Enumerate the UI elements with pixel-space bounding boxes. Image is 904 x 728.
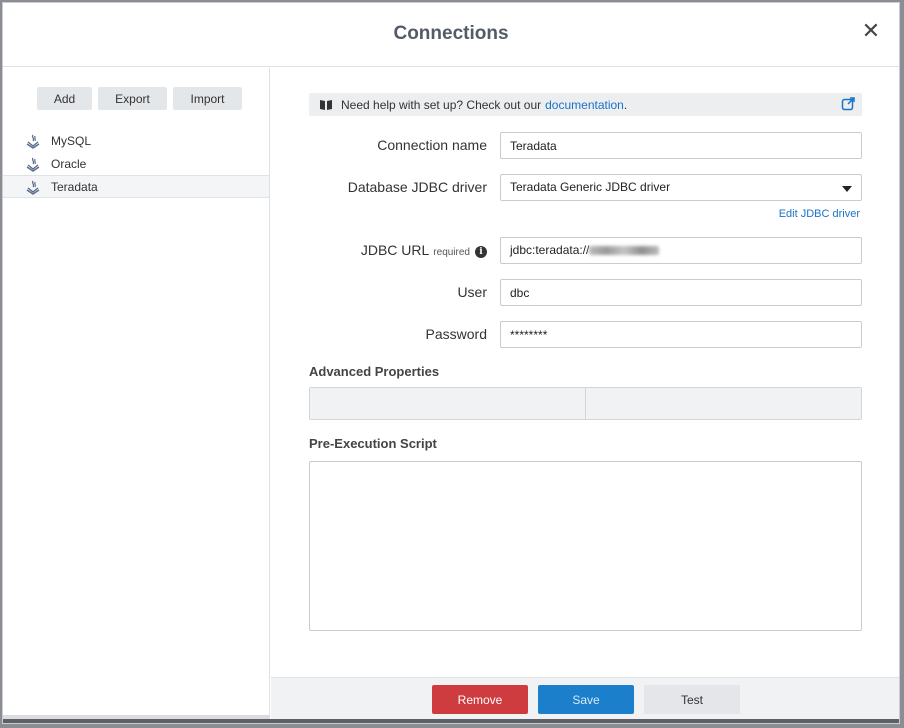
driver-row: Database JDBC driver Teradata Generic JD… — [271, 174, 899, 201]
driver-select-value: Teradata Generic JDBC driver — [510, 180, 671, 194]
connection-name-label: Connection name — [377, 137, 487, 153]
user-row: User — [271, 279, 899, 306]
user-label: User — [457, 284, 487, 300]
connection-name-row: Connection name — [271, 132, 899, 159]
connection-name: MySQL — [51, 133, 92, 148]
sidebar-toolbar: Add Export Import — [37, 87, 242, 110]
help-suffix: . — [623, 97, 628, 112]
password-label: Password — [425, 326, 487, 342]
jdbc-url-value: jdbc:teradata:// — [510, 243, 590, 257]
add-button[interactable]: Add — [37, 87, 92, 110]
database-icon — [26, 180, 40, 195]
import-button[interactable]: Import — [173, 87, 242, 110]
connection-item-teradata[interactable]: Teradata — [3, 175, 269, 198]
pre-execution-script-editor[interactable] — [309, 461, 862, 631]
driver-label: Database JDBC driver — [347, 179, 487, 195]
redacted-host — [589, 246, 660, 255]
dialog-title: Connections — [393, 23, 509, 44]
required-hint: required — [433, 247, 470, 258]
database-icon — [26, 134, 40, 149]
connection-item-mysql[interactable]: MySQL — [3, 129, 269, 152]
pre-execution-script-title: Pre-Execution Script — [309, 436, 437, 451]
dialog-header: Connections ✕ — [3, 3, 899, 67]
book-icon — [320, 99, 332, 110]
database-icon — [26, 157, 40, 172]
info-icon[interactable]: i — [475, 246, 487, 258]
connection-list: MySQL Oracle Teradata — [3, 129, 269, 198]
connection-name-input[interactable] — [500, 132, 862, 159]
password-input[interactable] — [500, 321, 862, 348]
close-icon[interactable]: ✕ — [861, 20, 881, 42]
dialog-footer: Remove Save Test — [271, 677, 899, 723]
connection-item-oracle[interactable]: Oracle — [3, 152, 269, 175]
remove-button[interactable]: Remove — [432, 685, 528, 714]
property-value-cell[interactable] — [585, 388, 861, 419]
password-row: Password — [271, 321, 899, 348]
connection-form: Need help with set up? Check out our doc… — [271, 68, 899, 723]
window-bottom-edge — [3, 719, 899, 723]
connection-name: Teradata — [51, 179, 98, 194]
connections-sidebar: Add Export Import MySQL Oracle Teradata — [3, 68, 270, 723]
help-text: Need help with set up? Check out our — [341, 97, 542, 112]
jdbc-url-label-text: JDBC URL — [360, 242, 430, 258]
test-button[interactable]: Test — [644, 685, 740, 714]
jdbc-url-row: JDBC URL required i jdbc:teradata:// — [271, 237, 899, 264]
property-key-cell[interactable] — [310, 388, 585, 419]
jdbc-url-input[interactable]: jdbc:teradata:// — [500, 237, 862, 264]
jdbc-url-label: JDBC URL required i — [361, 237, 487, 264]
help-banner: Need help with set up? Check out our doc… — [309, 93, 862, 116]
chevron-down-icon — [842, 186, 852, 192]
user-input[interactable] — [500, 279, 862, 306]
edit-jdbc-driver-link[interactable]: Edit JDBC driver — [779, 208, 860, 220]
driver-select[interactable]: Teradata Generic JDBC driver — [500, 174, 862, 201]
connection-name: Oracle — [51, 156, 87, 171]
advanced-properties-title: Advanced Properties — [309, 364, 440, 379]
save-button[interactable]: Save — [538, 685, 634, 714]
documentation-link[interactable]: documentation — [545, 98, 624, 112]
connections-dialog: Connections ✕ Add Export Import MySQL Or… — [2, 2, 900, 724]
export-button[interactable]: Export — [98, 87, 167, 110]
external-link-icon[interactable] — [841, 97, 855, 111]
advanced-properties-table — [309, 387, 862, 420]
